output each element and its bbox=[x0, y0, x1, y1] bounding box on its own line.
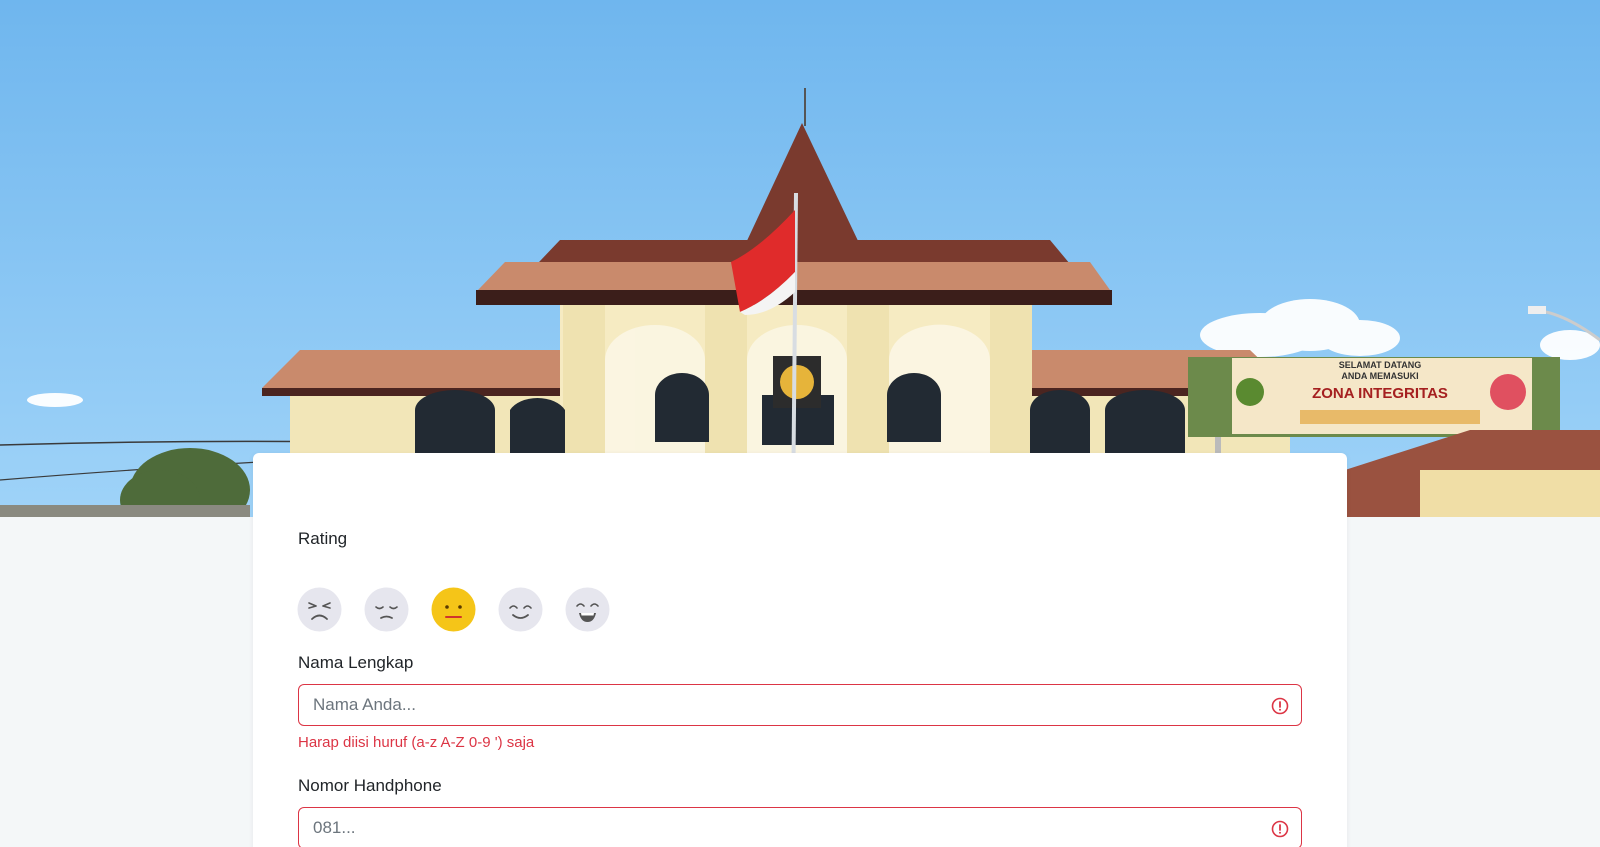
survey-form-card: Rating Nama Lengkap Nama Anda... Harap d… bbox=[253, 453, 1347, 847]
phone-number-label: Nomor Handphone bbox=[298, 776, 442, 795]
rating-options bbox=[297, 587, 610, 632]
unsatisfied-face-icon[interactable] bbox=[364, 587, 409, 632]
error-circle-icon bbox=[1271, 697, 1289, 715]
svg-text:ANDA MEMASUKI: ANDA MEMASUKI bbox=[1341, 371, 1418, 381]
phone-number-field-wrapper bbox=[298, 807, 1302, 847]
full-name-field-wrapper bbox=[298, 684, 1302, 726]
full-name-input[interactable] bbox=[299, 685, 1301, 725]
neutral-face-icon[interactable] bbox=[431, 587, 476, 632]
very-unsatisfied-face-icon[interactable] bbox=[297, 587, 342, 632]
rating-label: Rating bbox=[298, 529, 348, 548]
svg-text:SELAMAT DATANG: SELAMAT DATANG bbox=[1339, 360, 1422, 370]
satisfied-face-icon[interactable] bbox=[498, 587, 543, 632]
hero-banner-image: SELAMAT DATANG ANDA MEMASUKI ZONA INTEGR… bbox=[0, 0, 1600, 517]
full-name-label: Nama Lengkap bbox=[298, 653, 414, 672]
svg-text:ZONA INTEGRITAS: ZONA INTEGRITAS bbox=[1312, 385, 1448, 402]
phone-number-input[interactable] bbox=[299, 808, 1301, 847]
very-satisfied-face-icon[interactable] bbox=[565, 587, 610, 632]
full-name-error-message: Harap diisi huruf (a-z A-Z 0-9 ') saja bbox=[298, 734, 535, 751]
error-circle-icon bbox=[1271, 820, 1289, 838]
